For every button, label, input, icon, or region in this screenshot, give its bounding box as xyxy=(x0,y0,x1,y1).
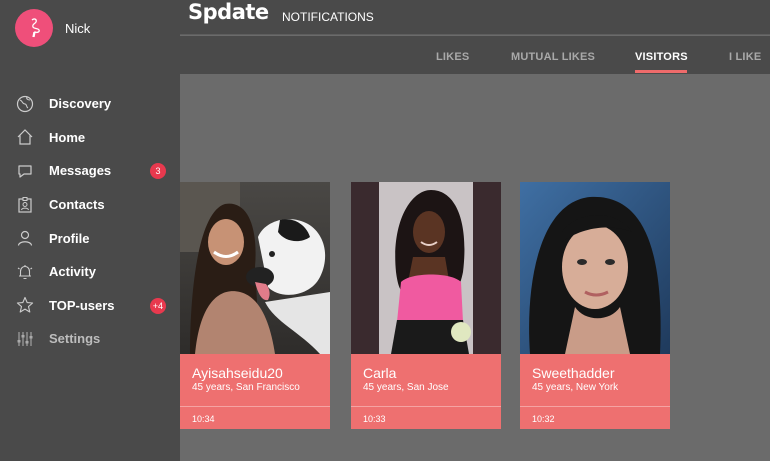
tab-likes[interactable]: LIKES xyxy=(436,51,469,63)
sidebar-item-home[interactable]: Home xyxy=(0,121,180,155)
visitor-photo[interactable] xyxy=(351,182,501,354)
sidebar-item-label: Profile xyxy=(49,230,90,246)
sidebar-item-label: Discovery xyxy=(49,96,112,112)
sidebar-item-label: Contacts xyxy=(49,197,105,213)
card-divider xyxy=(520,406,670,407)
sidebar-item-label: Activity xyxy=(49,264,96,280)
visitor-photo[interactable] xyxy=(180,182,330,354)
visitor-details: 45 years, San Jose xyxy=(363,382,449,393)
top-header: Spdate NOTIFICATIONS xyxy=(180,0,770,35)
bell-icon xyxy=(15,262,35,282)
visit-time: 10:32 xyxy=(532,414,555,424)
tab-mutual-likes[interactable]: MUTUAL LIKES xyxy=(511,51,595,63)
sidebar-item-profile[interactable]: Profile xyxy=(0,221,180,255)
notification-tabs: LIKES MUTUAL LIKES VISITORS I LIKE xyxy=(180,36,770,74)
sidebar-item-contacts[interactable]: Contacts xyxy=(0,188,180,222)
visitor-card[interactable]: Ayisahseidu20 45 years, San Francisco 10… xyxy=(180,182,330,429)
sidebar-item-label: Home xyxy=(49,129,86,145)
app-logo[interactable]: Spdate xyxy=(188,0,269,24)
active-tab-indicator xyxy=(635,70,687,73)
sidebar-nav: Discovery Home Messages 3 Contacts Profi… xyxy=(0,87,180,356)
globe-icon xyxy=(15,94,35,114)
tab-i-like[interactable]: I LIKE xyxy=(729,51,761,63)
sidebar-item-discovery[interactable]: Discovery xyxy=(0,87,180,121)
sidebar: Nick Discovery Home Messages 3 Contacts … xyxy=(0,0,180,461)
card-divider xyxy=(180,406,330,407)
sidebar-item-settings[interactable]: Settings xyxy=(0,322,180,356)
visitor-photo[interactable] xyxy=(520,182,670,354)
sidebar-item-messages[interactable]: Messages 3 xyxy=(0,154,180,188)
home-icon xyxy=(15,127,35,147)
sliders-icon xyxy=(15,329,35,349)
visit-time: 10:34 xyxy=(192,414,215,424)
visit-time: 10:33 xyxy=(363,414,386,424)
visitor-details: 45 years, San Francisco xyxy=(192,382,300,393)
sidebar-item-activity[interactable]: Activity xyxy=(0,255,180,289)
card-divider xyxy=(351,406,501,407)
user-icon xyxy=(15,228,35,248)
user-profile[interactable]: Nick xyxy=(15,9,90,47)
user-name[interactable]: Nick xyxy=(65,21,90,36)
visitor-card[interactable]: Sweethadder 45 years, New York 10:32 xyxy=(520,182,670,429)
sidebar-item-top-users[interactable]: TOP-users +4 xyxy=(0,289,180,323)
messages-badge: 3 xyxy=(150,163,166,180)
visitor-card[interactable]: Carla 45 years, San Jose 10:33 xyxy=(351,182,501,429)
visitor-name: Carla xyxy=(363,365,397,381)
sidebar-item-label: Settings xyxy=(49,331,101,347)
visitor-name: Ayisahseidu20 xyxy=(192,365,283,381)
tab-visitors[interactable]: VISITORS xyxy=(635,51,688,63)
flamingo-icon xyxy=(31,18,40,38)
sidebar-item-label: Messages xyxy=(49,163,112,179)
visitor-details: 45 years, New York xyxy=(532,382,619,393)
contacts-icon xyxy=(15,195,35,215)
avatar[interactable] xyxy=(15,9,53,47)
sidebar-item-label: TOP-users xyxy=(49,297,115,313)
star-icon xyxy=(15,295,35,315)
page-title: NOTIFICATIONS xyxy=(282,10,374,24)
visitor-name: Sweethadder xyxy=(532,365,615,381)
top-users-badge: +4 xyxy=(149,297,166,314)
chat-icon xyxy=(15,161,35,181)
